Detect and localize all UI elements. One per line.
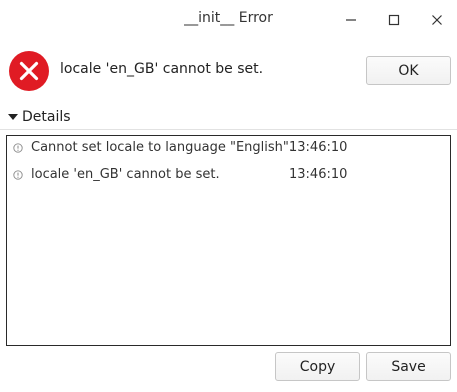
error-icon (9, 51, 49, 91)
info-icon (13, 143, 23, 153)
details-label: Details (22, 109, 71, 125)
title-bar[interactable]: __init__ Error (0, 0, 457, 40)
log-entry-time: 13:46:10 (289, 140, 348, 155)
log-entry-time: 13:46:10 (289, 167, 348, 182)
maximize-icon (388, 14, 400, 26)
info-icon (13, 170, 23, 180)
minimize-icon (346, 19, 356, 21)
maximize-button[interactable] (382, 8, 406, 32)
log-entry-text: locale 'en_GB' cannot be set. (31, 167, 220, 182)
log-entry[interactable]: locale 'en_GB' cannot be set. 13:46:10 (7, 165, 450, 185)
log-entry-text: Cannot set locale to language "English". (31, 140, 293, 155)
caret-down-icon (8, 114, 18, 120)
log-entry[interactable]: Cannot set locale to language "English".… (7, 138, 450, 158)
divider (0, 129, 457, 130)
details-toggle[interactable]: Details (8, 108, 71, 126)
minimize-button[interactable] (339, 8, 363, 32)
details-log-list[interactable]: Cannot set locale to language "English".… (6, 135, 451, 346)
save-button[interactable]: Save (366, 352, 451, 381)
close-button[interactable] (425, 8, 449, 32)
ok-button[interactable]: OK (366, 56, 451, 85)
error-dialog: __init__ Error locale 'en_GB' cannot be … (0, 0, 457, 392)
error-message: locale 'en_GB' cannot be set. (60, 61, 264, 77)
close-icon (432, 15, 442, 25)
copy-button[interactable]: Copy (275, 352, 360, 381)
